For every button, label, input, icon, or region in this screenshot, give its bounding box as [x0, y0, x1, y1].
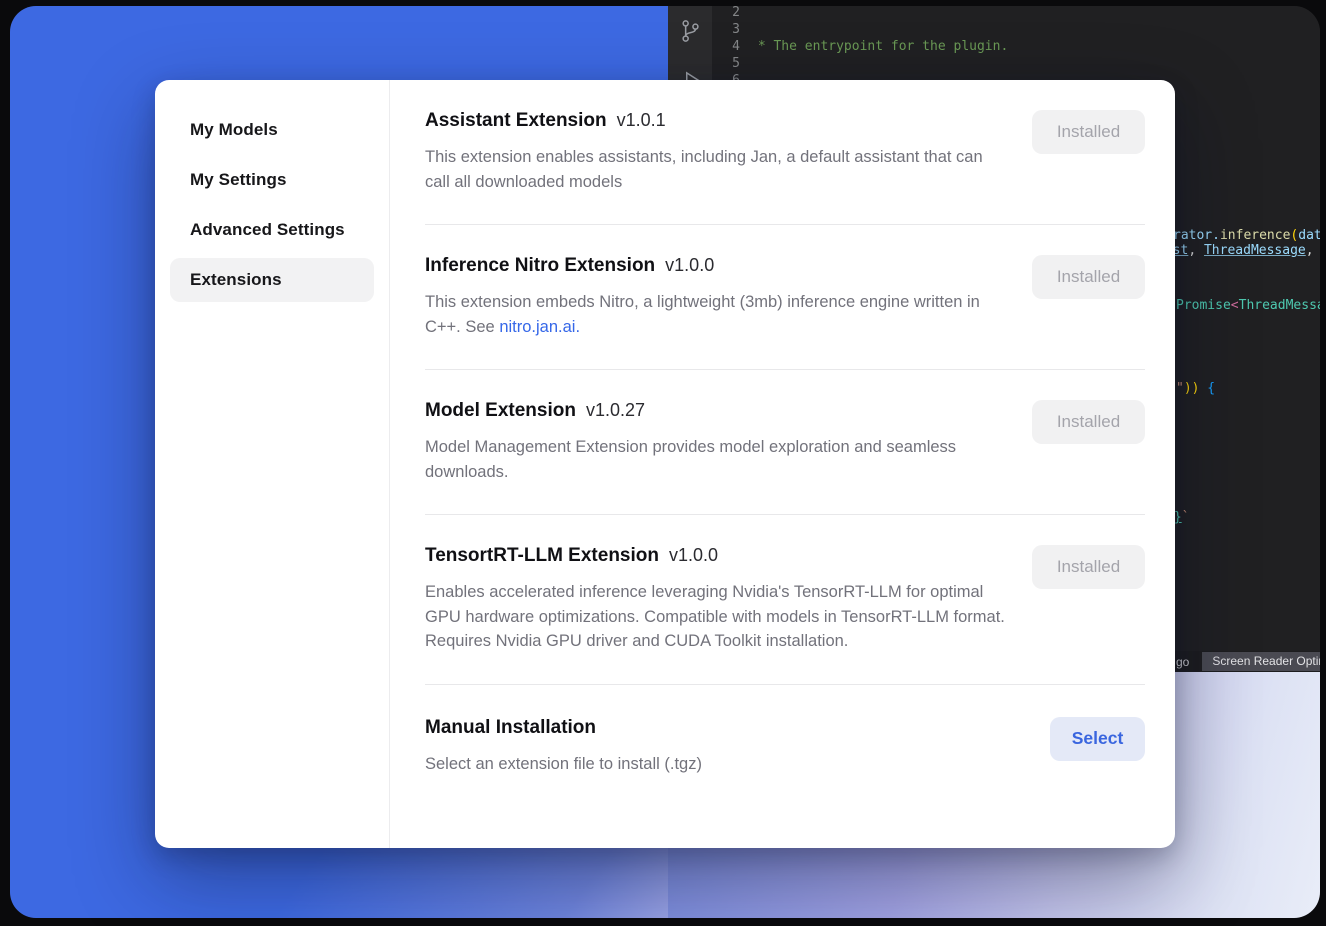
line-number: 4 [712, 38, 740, 55]
extension-row-model: Model Extension v1.0.27 Model Management … [425, 370, 1145, 515]
sidebar-item-my-settings[interactable]: My Settings [170, 158, 374, 202]
installed-button[interactable]: Installed [1032, 545, 1145, 589]
extension-row-assistant: Assistant Extension v1.0.1 This extension… [425, 80, 1145, 225]
manual-installation-row: Manual Installation Select an extension … [425, 685, 1145, 807]
line-number: 5 [712, 55, 740, 72]
select-file-button[interactable]: Select [1050, 717, 1145, 761]
code-fragment-condition: ")) { [1176, 381, 1215, 396]
source-control-icon[interactable] [677, 18, 703, 44]
extension-description: Enables accelerated inference leveraging… [425, 580, 1005, 654]
extension-description: This extension embeds Nitro, a lightweig… [425, 290, 1005, 339]
screen-reader-status-item[interactable]: Screen Reader Optimized [1202, 652, 1320, 671]
code-fragment-inference: rator.inference(data)); [1173, 228, 1320, 243]
installed-button[interactable]: Installed [1032, 110, 1145, 154]
extension-title: Inference Nitro Extension v1.0.0 [425, 255, 1012, 277]
extension-version: v1.0.1 [617, 110, 666, 130]
extension-title: TensortRT-LLM Extension v1.0.0 [425, 545, 1012, 567]
manual-installation-description: Select an extension file to install (.tg… [425, 752, 1005, 777]
extension-description: This extension enables assistants, inclu… [425, 145, 1005, 194]
extension-description: Model Management Extension provides mode… [425, 435, 1005, 484]
line-numbers: 2 3 4 5 6 [712, 6, 740, 89]
extensions-panel: Assistant Extension v1.0.1 This extension… [390, 80, 1175, 848]
settings-sidebar: My Models My Settings Advanced Settings … [155, 80, 390, 848]
line-number: 3 [712, 21, 740, 38]
settings-modal: My Models My Settings Advanced Settings … [155, 80, 1175, 848]
sidebar-item-extensions[interactable]: Extensions [170, 258, 374, 302]
nitro-jan-ai-link[interactable]: nitro.jan.ai. [499, 318, 580, 336]
line-number: 2 [712, 6, 740, 21]
extension-name: Inference Nitro Extension [425, 255, 655, 276]
installed-button[interactable]: Installed [1032, 255, 1145, 299]
extension-title: Model Extension v1.0.27 [425, 400, 1012, 422]
extension-name: Assistant Extension [425, 110, 607, 131]
manual-installation-title: Manual Installation [425, 717, 1030, 739]
extension-version: v1.0.27 [586, 400, 645, 420]
status-text: go [1176, 655, 1189, 669]
screen: 2 3 4 5 6 * The entrypoint for the plugi… [0, 0, 1326, 926]
extension-version: v1.0.0 [665, 255, 714, 275]
extension-name: TensortRT-LLM Extension [425, 545, 659, 566]
extension-row-tensorrt: TensortRT-LLM Extension v1.0.0 Enables ac… [425, 515, 1145, 685]
installed-button[interactable]: Installed [1032, 400, 1145, 444]
sidebar-item-my-models[interactable]: My Models [170, 108, 374, 152]
extension-name: Model Extension [425, 400, 576, 421]
extension-version: v1.0.0 [669, 545, 718, 565]
sidebar-item-advanced-settings[interactable]: Advanced Settings [170, 208, 374, 252]
extension-title: Assistant Extension v1.0.1 [425, 110, 1012, 132]
code-fragment-promise: Promise<ThreadMessage> [1176, 298, 1320, 313]
extension-row-nitro: Inference Nitro Extension v1.0.0 This ext… [425, 225, 1145, 370]
code-line: * The entrypoint for the plugin. [750, 38, 1320, 55]
